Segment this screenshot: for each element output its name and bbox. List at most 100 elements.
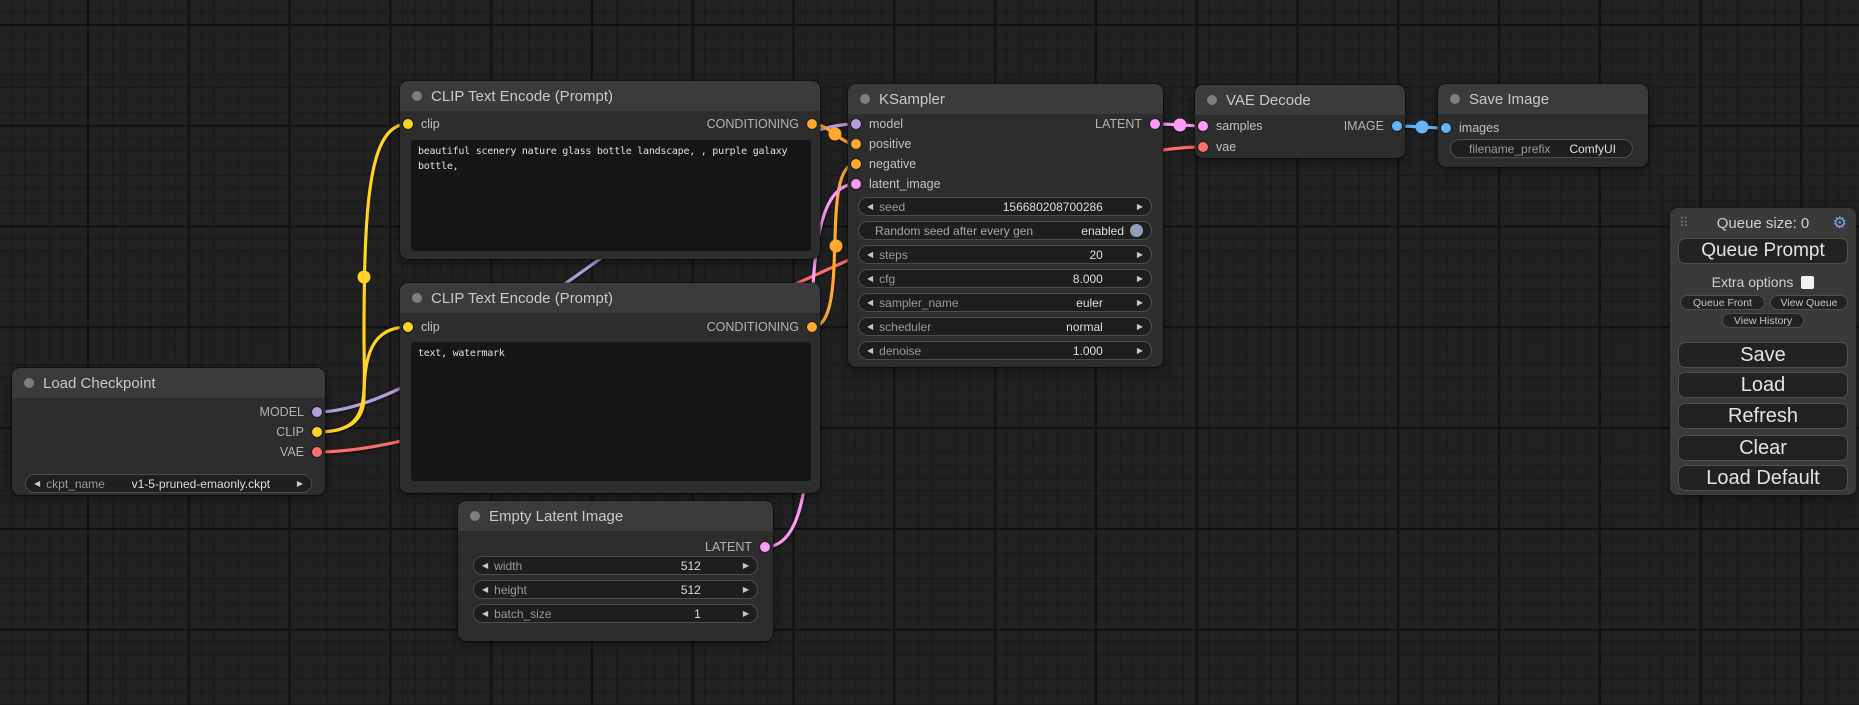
input-positive[interactable]: positive — [851, 136, 911, 152]
input-model[interactable]: model — [851, 116, 903, 132]
save-button[interactable]: Save — [1678, 342, 1848, 368]
input-latent-image[interactable]: latent_image — [851, 176, 941, 192]
latent-port-icon[interactable] — [851, 179, 861, 189]
queue-front-button[interactable]: Queue Front — [1680, 295, 1765, 310]
prompt-text-input[interactable]: text, watermark — [411, 342, 811, 481]
link-dot-clip[interactable] — [358, 271, 371, 284]
decrement-arrow-icon[interactable]: ◀ — [867, 299, 873, 307]
drag-handle-icon[interactable]: ⠿ — [1679, 215, 1689, 231]
increment-arrow-icon[interactable]: ▶ — [1137, 275, 1143, 283]
input-clip[interactable]: clip — [403, 319, 440, 335]
increment-arrow-icon[interactable]: ▶ — [1137, 347, 1143, 355]
width-widget[interactable]: ◀ width 512 ▶ — [473, 556, 758, 575]
decrement-arrow-icon[interactable]: ◀ — [867, 323, 873, 331]
clip-port-icon[interactable] — [403, 119, 413, 129]
conditioning-port-icon[interactable] — [851, 139, 861, 149]
filename-prefix-widget[interactable]: filename_prefix ComfyUI — [1450, 139, 1633, 158]
link-dot-conditioning-positive[interactable] — [829, 128, 842, 141]
node-vae-decode[interactable]: VAE Decode samples vae IMAGE — [1195, 85, 1405, 158]
gear-icon[interactable]: ⚙ — [1833, 213, 1847, 233]
cfg-widget[interactable]: ◀ cfg 8.000 ▶ — [858, 269, 1152, 288]
collapse-dot-icon[interactable] — [412, 91, 422, 101]
decrement-arrow-icon[interactable]: ◀ — [34, 480, 40, 488]
output-clip[interactable]: CLIP — [276, 424, 322, 440]
seed-widget[interactable]: ◀ seed 156680208700286 ▶ — [858, 197, 1152, 216]
decrement-arrow-icon[interactable]: ◀ — [867, 347, 873, 355]
decrement-arrow-icon[interactable]: ◀ — [867, 203, 873, 211]
queue-prompt-button[interactable]: Queue Prompt — [1678, 238, 1848, 264]
refresh-button[interactable]: Refresh — [1678, 403, 1848, 429]
increment-arrow-icon[interactable]: ▶ — [743, 562, 749, 570]
collapse-dot-icon[interactable] — [470, 511, 480, 521]
prompt-text-input[interactable]: beautiful scenery nature glass bottle la… — [411, 140, 811, 251]
link-dot-latent[interactable] — [1174, 119, 1187, 132]
node-titlebar[interactable]: CLIP Text Encode (Prompt) — [400, 283, 820, 313]
vae-port-icon[interactable] — [312, 447, 322, 457]
decrement-arrow-icon[interactable]: ◀ — [482, 586, 488, 594]
ckpt-name-widget[interactable]: ◀ ckpt_name v1-5-pruned-emaonly.ckpt ▶ — [25, 474, 312, 493]
node-clip-text-encode-negative[interactable]: CLIP Text Encode (Prompt) clip CONDITION… — [400, 283, 820, 493]
collapse-dot-icon[interactable] — [412, 293, 422, 303]
increment-arrow-icon[interactable]: ▶ — [1137, 203, 1143, 211]
clip-port-icon[interactable] — [312, 427, 322, 437]
toggle-icon[interactable] — [1130, 224, 1143, 237]
node-titlebar[interactable]: Load Checkpoint — [12, 368, 325, 398]
node-save-image[interactable]: Save Image images filename_prefix ComfyU… — [1438, 84, 1648, 167]
input-vae[interactable]: vae — [1198, 139, 1236, 155]
sampler-name-widget[interactable]: ◀ sampler_name euler ▶ — [858, 293, 1152, 312]
latent-port-icon[interactable] — [1198, 121, 1208, 131]
load-default-button[interactable]: Load Default — [1678, 465, 1848, 491]
decrement-arrow-icon[interactable]: ◀ — [867, 251, 873, 259]
node-titlebar[interactable]: Save Image — [1438, 84, 1648, 114]
batch-size-widget[interactable]: ◀ batch_size 1 ▶ — [473, 604, 758, 623]
input-images[interactable]: images — [1441, 120, 1499, 136]
increment-arrow-icon[interactable]: ▶ — [743, 610, 749, 618]
steps-widget[interactable]: ◀ steps 20 ▶ — [858, 245, 1152, 264]
clear-button[interactable]: Clear — [1678, 435, 1848, 461]
output-latent[interactable]: LATENT — [705, 539, 770, 555]
scheduler-widget[interactable]: ◀ scheduler normal ▶ — [858, 317, 1152, 336]
image-port-icon[interactable] — [1441, 123, 1451, 133]
output-image[interactable]: IMAGE — [1344, 118, 1402, 134]
conditioning-port-icon[interactable] — [807, 322, 817, 332]
node-titlebar[interactable]: VAE Decode — [1195, 85, 1405, 115]
increment-arrow-icon[interactable]: ▶ — [1137, 299, 1143, 307]
collapse-dot-icon[interactable] — [24, 378, 34, 388]
conditioning-port-icon[interactable] — [851, 159, 861, 169]
node-titlebar[interactable]: KSampler — [848, 84, 1163, 114]
output-model[interactable]: MODEL — [260, 404, 322, 420]
view-queue-button[interactable]: View Queue — [1770, 295, 1848, 310]
conditioning-port-icon[interactable] — [807, 119, 817, 129]
collapse-dot-icon[interactable] — [1207, 95, 1217, 105]
link-dot-conditioning-negative[interactable] — [830, 240, 843, 253]
increment-arrow-icon[interactable]: ▶ — [1137, 323, 1143, 331]
view-history-button[interactable]: View History — [1722, 313, 1804, 328]
collapse-dot-icon[interactable] — [1450, 94, 1460, 104]
vae-port-icon[interactable] — [1198, 142, 1208, 152]
node-ksampler[interactable]: KSampler model positive negative latent_… — [848, 84, 1163, 367]
node-titlebar[interactable]: Empty Latent Image — [458, 501, 773, 531]
link-dot-image[interactable] — [1416, 121, 1429, 134]
node-load-checkpoint[interactable]: Load Checkpoint MODEL CLIP VAE ◀ ckpt_na… — [12, 368, 325, 495]
increment-arrow-icon[interactable]: ▶ — [297, 480, 303, 488]
output-vae[interactable]: VAE — [280, 444, 322, 460]
random-seed-widget[interactable]: Random seed after every gen enabled — [858, 221, 1152, 240]
output-conditioning[interactable]: CONDITIONING — [707, 319, 817, 335]
increment-arrow-icon[interactable]: ▶ — [743, 586, 749, 594]
height-widget[interactable]: ◀ height 512 ▶ — [473, 580, 758, 599]
decrement-arrow-icon[interactable]: ◀ — [482, 610, 488, 618]
decrement-arrow-icon[interactable]: ◀ — [482, 562, 488, 570]
output-latent[interactable]: LATENT — [1095, 116, 1160, 132]
node-clip-text-encode-positive[interactable]: CLIP Text Encode (Prompt) clip CONDITION… — [400, 81, 820, 259]
latent-port-icon[interactable] — [1150, 119, 1160, 129]
collapse-dot-icon[interactable] — [860, 94, 870, 104]
clip-port-icon[interactable] — [403, 322, 413, 332]
decrement-arrow-icon[interactable]: ◀ — [867, 275, 873, 283]
output-conditioning[interactable]: CONDITIONING — [707, 116, 817, 132]
model-port-icon[interactable] — [312, 407, 322, 417]
image-port-icon[interactable] — [1392, 121, 1402, 131]
latent-port-icon[interactable] — [760, 542, 770, 552]
extra-options-checkbox[interactable] — [1801, 276, 1814, 289]
load-button[interactable]: Load — [1678, 372, 1848, 398]
node-empty-latent-image[interactable]: Empty Latent Image LATENT ◀ width 512 ▶ … — [458, 501, 773, 641]
